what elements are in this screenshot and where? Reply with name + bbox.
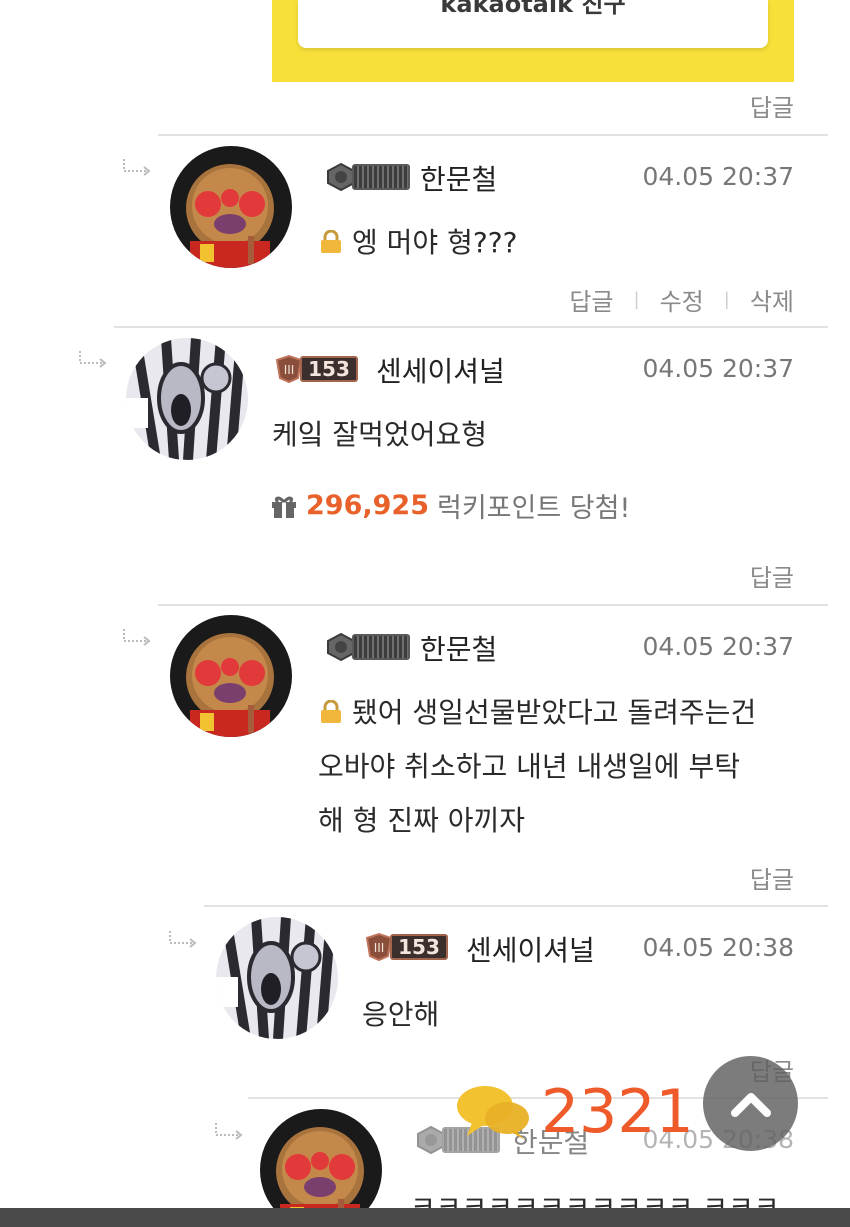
comment-body: 케잌 잘먹었어요형 [272,408,487,462]
avatar[interactable] [170,615,292,737]
comment-time: 04.05 20:38 [642,933,794,962]
reply-arrow-icon [78,349,108,371]
comment-line: 됐어 생일선물받았다고 돌려주는건 [318,686,756,740]
reply-arrow-icon [122,627,152,649]
level-badge [326,630,410,664]
nickname[interactable]: 센세이셔널 [466,929,595,969]
reply-button[interactable]: 답글 [750,558,794,593]
reply-arrow-icon [168,929,198,951]
comment-text: 응안해 [362,998,440,1031]
lucky-point-text: 럭키포인트 당첨! [436,493,631,524]
action-separator: | [723,289,730,310]
comment-time: 04.05 20:37 [642,162,794,191]
nickname[interactable]: 한문철 [420,628,497,668]
comment-body: 됐어 생일선물받았다고 돌려주는건 오바야 취소하고 내년 내생일에 부탁 해 … [318,686,756,848]
comment-count-button[interactable]: 2321 [455,1082,694,1142]
reply-button[interactable]: 답글 [569,282,613,317]
action-separator: | [633,289,640,310]
comment-text: 엥 머야 형??? [352,226,518,259]
delete-button[interactable]: 삭제 [750,282,794,317]
comment-body: 엥 머야 형??? [318,216,517,270]
bottom-bar [0,1208,850,1227]
kakao-banner-text: kakaotalk 친구 [440,0,626,18]
level-badge: III 153 [274,352,358,386]
kakao-banner-card[interactable]: kakaotalk 친구 [298,0,768,48]
comment-time: 04.05 20:37 [642,354,794,383]
reply-button[interactable]: 답글 [750,860,794,895]
comment-time: 04.05 20:37 [642,632,794,661]
divider [158,134,828,136]
chat-bubbles-icon [457,1086,529,1140]
level-badge: III 153 [364,930,448,964]
scroll-top-button[interactable] [703,1056,798,1151]
kakao-banner[interactable]: kakaotalk 친구 [272,0,794,82]
comment-text: 됐어 생일선물받았다고 돌려주는건 [352,696,757,729]
reply-arrow-icon [122,157,152,179]
level-plate [352,164,410,190]
lock-icon [321,700,341,723]
avatar[interactable] [216,917,338,1039]
level-plate [352,634,410,660]
avatar[interactable] [126,338,248,460]
level-plate: 153 [390,934,448,960]
avatar[interactable] [170,146,292,268]
comment-line: 오바야 취소하고 내년 내생일에 부탁 [318,750,741,783]
lucky-point-amount: 296,925 [306,490,429,521]
nickname[interactable]: 한문철 [420,158,497,198]
divider [114,326,828,328]
divider [158,604,828,606]
comment-text: 케잌 잘먹었어요형 [272,418,487,451]
nickname[interactable]: 센세이셔널 [376,350,505,390]
divider [204,905,828,907]
level-plate: 153 [300,356,358,382]
edit-button[interactable]: 수정 [660,282,704,317]
level-badge [326,160,410,194]
comment-line: 해 형 진짜 아끼자 [318,804,526,837]
comment-count: 2321 [541,1077,694,1147]
svg-text:III: III [374,941,385,955]
lock-icon [321,230,341,253]
lucky-point-notice: 296,925 럭키포인트 당첨! [270,486,630,525]
svg-text:III: III [284,363,295,377]
comment-body: 응안해 [362,988,439,1042]
reply-button[interactable]: 답글 [750,88,794,123]
chevron-up-icon [730,1092,771,1117]
reply-arrow-icon [214,1121,244,1143]
comment-actions: 답글 | 수정 | 삭제 [569,282,794,317]
gift-icon [272,496,296,518]
